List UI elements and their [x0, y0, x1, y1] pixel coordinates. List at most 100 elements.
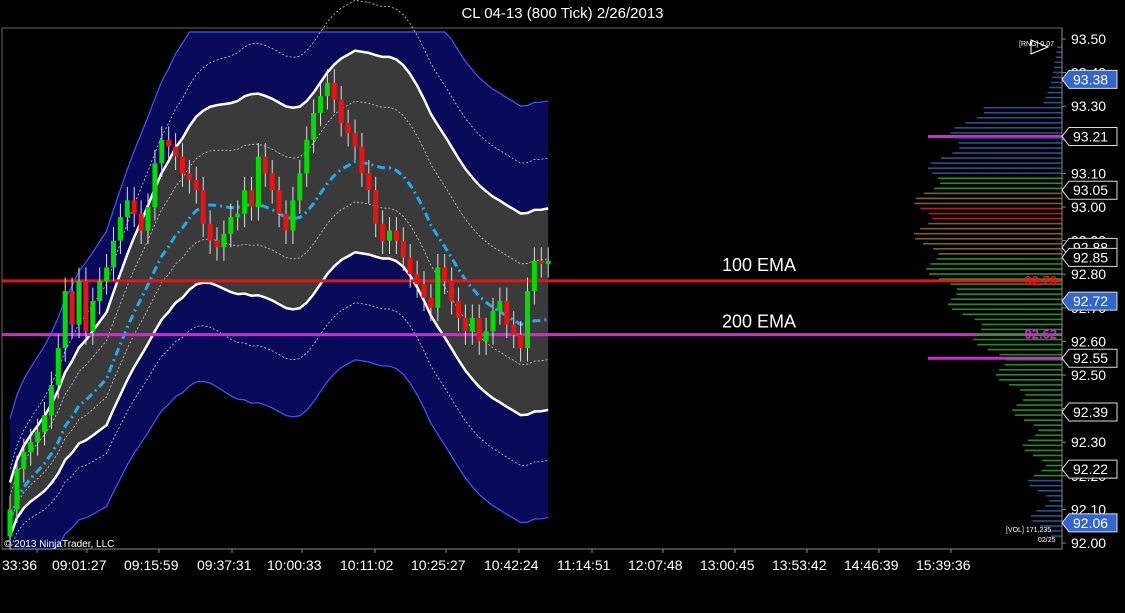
price-badge: 92.72 [1073, 293, 1108, 309]
volume-profile-bar [987, 348, 1062, 351]
volume-profile-bar [1008, 384, 1062, 386]
candle-body [35, 432, 41, 443]
volume-profile-bar [958, 142, 1062, 144]
volume-profile-bar [933, 248, 1062, 250]
volume-profile-bar [927, 167, 1062, 169]
candle-body [76, 280, 82, 325]
candle-body [104, 267, 110, 281]
price-badge: 92.62 [1024, 327, 1057, 342]
y-tick-label: 93.00 [1071, 199, 1106, 215]
volume-profile-bar [1025, 394, 1062, 396]
volume-profile-bar [977, 343, 1062, 346]
volume-profile-bar [977, 116, 1062, 119]
candle-body [345, 123, 351, 134]
volume-profile-bar [948, 303, 1062, 306]
candle-body [276, 190, 282, 214]
candle-body [456, 301, 461, 318]
candle-body [393, 230, 399, 241]
volume-profile-bar [1035, 434, 1062, 437]
candle-body [387, 230, 392, 241]
volume-profile-bar [930, 162, 1062, 164]
candle-body [186, 173, 192, 181]
volume-profile-bar [1022, 444, 1062, 447]
volume-profile-bar [1050, 81, 1062, 84]
candle-body [242, 190, 248, 214]
volume-profile-bar [956, 293, 1062, 295]
volume-profile-bar [1054, 61, 1062, 64]
x-tick-label: 10:25:27 [411, 557, 466, 573]
volume-profile-bar [954, 127, 1062, 129]
volume-profile-bar [983, 106, 1062, 109]
candle-body [352, 133, 358, 147]
y-tick-label: 93.50 [1071, 31, 1106, 47]
volume-profile-bar [1038, 429, 1062, 432]
candle-body [442, 267, 448, 281]
volume-profile-bar [1030, 515, 1062, 517]
volume-profile-bar [920, 207, 1062, 210]
volume-profile-bar [1033, 424, 1062, 426]
candle-body [159, 139, 165, 164]
candle-body [200, 190, 206, 224]
candle-body [28, 442, 34, 453]
candle-body [338, 99, 344, 123]
y-tick-label: 92.80 [1071, 266, 1106, 282]
y-tick-label: 92.30 [1071, 434, 1106, 450]
candle-body [124, 200, 130, 218]
volume-profile-bar [932, 217, 1062, 220]
copyright-label: © 2013 NinjaTrader, LLC [4, 539, 114, 550]
candle-body [304, 139, 310, 174]
volume-profile-bar [924, 192, 1062, 195]
y-tick-label: 93.10 [1071, 165, 1106, 181]
candle-body [145, 207, 151, 231]
candle-body [311, 112, 317, 140]
volume-profile-bar [1043, 101, 1062, 104]
candle-body [138, 213, 144, 231]
volume-profile-bar [1032, 454, 1062, 457]
volume-profile-bar [934, 187, 1062, 190]
volume-profile-bar [962, 313, 1062, 316]
volume-profile-bar [1053, 71, 1062, 74]
candle-body [373, 190, 379, 224]
volume-profile-bar [951, 308, 1062, 311]
x-tick-label: 33:36 [2, 557, 37, 573]
price-badge: 92.06 [1073, 515, 1108, 531]
candle-body [69, 291, 75, 325]
candle-body [90, 301, 96, 332]
volume-profile-bar [1055, 56, 1062, 59]
candle-body [525, 291, 530, 349]
volume-profile-bar [1029, 484, 1062, 487]
candle-body [235, 213, 241, 218]
volume-profile-bar [1056, 51, 1062, 54]
volume-label: [VOL] 171,235 [1006, 527, 1051, 534]
price-badge: 92.55 [1073, 350, 1108, 366]
volume-profile-bar [914, 232, 1062, 235]
x-tick-label: 12:07:48 [628, 557, 683, 573]
price-badge: 92.39 [1073, 404, 1108, 420]
x-tick-label: 10:42:24 [484, 557, 539, 573]
candle-body [359, 146, 365, 174]
volume-profile-bar [1032, 520, 1062, 522]
candle-body [545, 260, 551, 265]
price-badge: 92.85 [1073, 249, 1108, 265]
volume-profile-bar [915, 237, 1062, 240]
price-badge: 93.38 [1073, 71, 1108, 87]
ema200-label: 200 EMA [722, 312, 796, 332]
x-tick-label: 11:14:51 [557, 557, 611, 573]
volume-profile-bar [930, 263, 1062, 265]
x-tick-label: 13:53:42 [772, 557, 827, 573]
volume-profile-bar [915, 197, 1062, 200]
candle-body [173, 146, 179, 157]
candle-body [290, 200, 296, 231]
volume-profile-bar [1041, 469, 1062, 472]
volume-profile-bar [1054, 66, 1062, 69]
volume-profile-bar [936, 258, 1062, 260]
volume-profile-bar [1033, 474, 1062, 477]
volume-profile-bar [1012, 409, 1062, 411]
y-tick-label: 92.00 [1071, 535, 1106, 551]
price-chart[interactable]: 100 EMA200 EMA92.0092.1092.2092.3092.409… [0, 0, 1125, 613]
volume-profile-bar [928, 222, 1062, 225]
x-tick-label: 13:00:45 [700, 557, 755, 573]
candle-body [131, 200, 137, 214]
candle-body [504, 301, 510, 325]
candle-body [193, 180, 199, 191]
